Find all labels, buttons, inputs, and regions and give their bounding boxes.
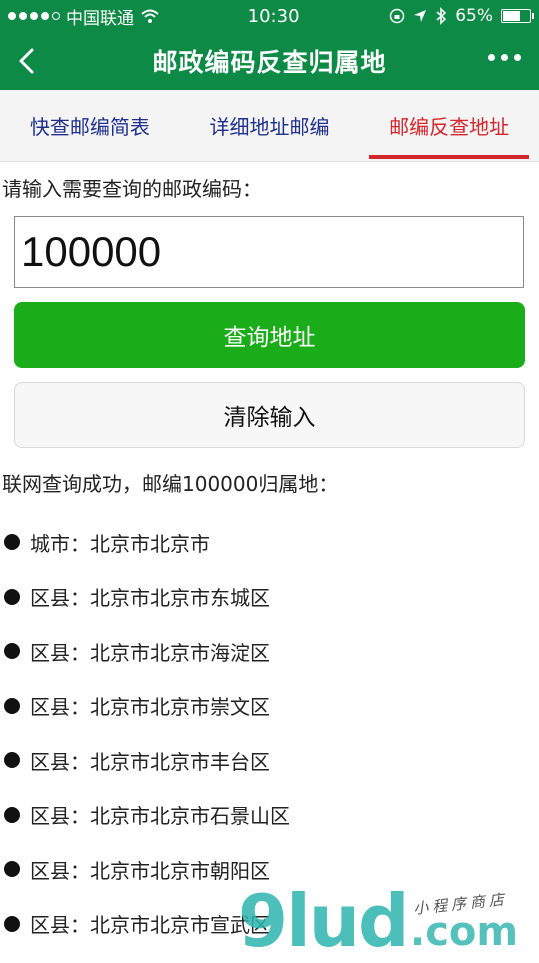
bullet-icon [4, 588, 20, 605]
list-item: 区县：北京市北京市东城区 [4, 570, 534, 625]
list-item: 城市：北京市北京市 [4, 515, 534, 570]
result-value: 北京市北京市朝阳区 [90, 858, 270, 883]
list-item: 区县：北京市北京市朝阳区 [4, 842, 534, 897]
status-left: 中国联通 [8, 4, 218, 29]
result-value: 北京市北京市海淀区 [90, 640, 270, 665]
lock-rotation-icon [389, 8, 405, 24]
result-key: 区县 [30, 586, 70, 611]
bullet-icon [4, 915, 20, 932]
query-address-button[interactable]: 查询地址 [14, 302, 525, 368]
postcode-input[interactable]: 100000 [14, 216, 524, 288]
list-item: 区县：北京市北京市海淀区 [4, 624, 534, 679]
result-value: 北京市北京市 [90, 531, 210, 556]
result-value: 北京市北京市石景山区 [90, 804, 290, 829]
chevron-left-icon[interactable] [10, 42, 48, 80]
result-key: 区县 [30, 858, 70, 883]
battery-percent: 65% [455, 6, 493, 26]
result-sep: ： [70, 804, 90, 829]
bluetooth-icon [436, 7, 447, 25]
carrier-label: 中国联通 [66, 8, 134, 29]
list-item: 区县：北京市北京市宣武区 [4, 897, 534, 952]
result-sep: ： [70, 858, 90, 883]
result-key: 城市 [30, 531, 70, 556]
status-time: 10:30 [247, 5, 300, 27]
tab-quick-table[interactable]: 快查邮编简表 [0, 90, 180, 161]
result-sep: ： [70, 531, 90, 556]
signal-dots-icon [8, 12, 60, 20]
bullet-icon [4, 534, 20, 551]
wifi-icon [141, 9, 159, 23]
location-arrow-icon [414, 10, 427, 22]
result-sep: ： [70, 749, 90, 774]
result-sep: ： [70, 695, 90, 720]
bullet-icon [4, 643, 20, 660]
bullet-icon [4, 697, 20, 714]
clear-input-button[interactable]: 清除输入 [14, 382, 525, 448]
tab-reverse-lookup[interactable]: 邮编反查地址 [359, 90, 539, 161]
bullet-icon [4, 806, 20, 823]
battery-icon [501, 9, 534, 23]
nav-bar: 邮政编码反查归属地 [0, 32, 539, 90]
result-key: 区县 [30, 640, 70, 665]
tab-bar: 快查邮编简表 详细地址邮编 邮编反查地址 [0, 90, 539, 162]
list-item: 区县：北京市北京市丰台区 [4, 733, 534, 788]
result-key: 区县 [30, 913, 70, 938]
input-prompt: 请输入需要查询的邮政编码： [2, 177, 262, 201]
bullet-icon [4, 752, 20, 769]
list-item: 区县：北京市北京市石景山区 [4, 788, 534, 843]
list-item: 区县：北京市北京市崇文区 [4, 679, 534, 734]
result-key: 区县 [30, 804, 70, 829]
tab-detail-address[interactable]: 详细地址邮编 [180, 90, 360, 161]
result-value: 北京市北京市崇文区 [90, 695, 270, 720]
battery-fill [503, 11, 520, 21]
result-value: 北京市北京市丰台区 [90, 749, 270, 774]
page-title: 邮政编码反查归属地 [152, 48, 387, 77]
result-heading: 联网查询成功，邮编100000归属地： [2, 472, 339, 496]
result-sep: ： [70, 586, 90, 611]
status-bar: 中国联通 10:30 65% [0, 0, 539, 32]
result-key: 区县 [30, 695, 70, 720]
result-sep: ： [70, 913, 90, 938]
postcode-input-value: 100000 [21, 228, 162, 275]
status-right: 65% [389, 6, 534, 26]
result-value: 北京市北京市宣武区 [90, 913, 270, 938]
result-key: 区县 [30, 749, 70, 774]
result-value: 北京市北京市东城区 [90, 586, 270, 611]
bullet-icon [4, 861, 20, 878]
result-list: 城市：北京市北京市 区县：北京市北京市东城区 区县：北京市北京市海淀区 区县：北… [4, 515, 534, 951]
more-dots-icon[interactable] [488, 54, 521, 61]
result-sep: ： [70, 640, 90, 665]
